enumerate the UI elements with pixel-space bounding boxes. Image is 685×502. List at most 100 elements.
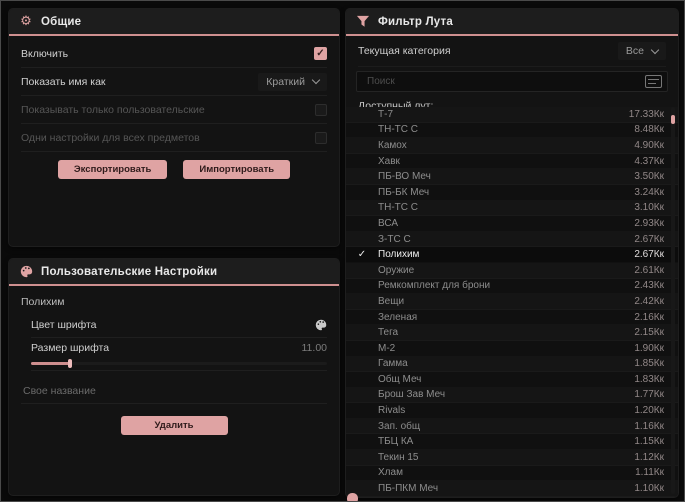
loot-item-value: 2.93Кк: [634, 217, 664, 229]
loot-item-row[interactable]: Брош Зав Меч 1.77Кк: [346, 387, 678, 404]
loot-item-row[interactable]: Rivals 1.20Кк: [346, 403, 678, 419]
right-column: Фильтр Лута Текущая категория Все Доступ…: [346, 9, 678, 501]
enable-checkbox[interactable]: ✓: [314, 47, 327, 60]
loot-item-name: Хлам: [378, 467, 403, 479]
export-button[interactable]: Экспортировать: [57, 160, 168, 179]
loot-item-row[interactable]: Гамма 1.85Кк: [346, 356, 678, 373]
import-button[interactable]: Импортировать: [183, 160, 291, 179]
custom-panel-header: Пользовательские Настройки: [9, 259, 339, 286]
loot-item-value: 1.20Кк: [634, 405, 664, 417]
loot-item-name: Зап. общ: [378, 420, 421, 432]
loot-item-row[interactable]: Общ Меч 1.83Кк: [346, 372, 678, 388]
custom-name-row: [21, 379, 327, 404]
loot-item-name: Вещи: [378, 295, 405, 307]
loot-item-row[interactable]: ВСА 2.93Кк: [346, 216, 678, 232]
font-size-slider[interactable]: [31, 358, 327, 371]
slider-thumb[interactable]: [68, 359, 72, 368]
loot-item-row[interactable]: Оружие 2.61Кк: [346, 262, 678, 279]
loot-item-row[interactable]: З-ТС С 2.67Кк: [346, 231, 678, 248]
loot-item-value: 1.12Кк: [634, 451, 664, 463]
loot-item-row[interactable]: ПБ-ПКМ Меч 1.10Кк: [346, 481, 678, 497]
loot-item-row[interactable]: ТН-ТС С 8.48Кк: [346, 122, 678, 139]
loot-item-name: Брош Зав Меч: [378, 389, 446, 401]
loot-item-row[interactable]: ТН-ТС С 3.10Кк: [346, 200, 678, 217]
loot-list: Т-7 17.33Кк ТН-ТС С 8.48Кк Камох 4.90Кк Хавк 4.…: [346, 107, 678, 497]
delete-button[interactable]: Удалить: [120, 416, 228, 435]
loot-item-row[interactable]: Камох 4.90Кк: [346, 138, 678, 154]
loot-item-row[interactable]: Вещи 2.42Кк: [346, 294, 678, 310]
enable-row: Включить ✓: [21, 40, 327, 68]
display-name-value: Краткий: [266, 75, 305, 88]
loot-item-row[interactable]: ✓ Полихим 2.67Кк: [346, 247, 678, 263]
loot-item-name: Камох: [378, 139, 407, 151]
loot-item-name: ТН-ТС С: [378, 124, 418, 136]
loot-item-row[interactable]: Тега 2.15Кк: [346, 325, 678, 341]
custom-name-input[interactable]: [21, 384, 327, 398]
same-settings-label: Одни настройки для всех предметов: [21, 131, 200, 144]
general-rows: Включить ✓ Показать имя как Краткий Пока…: [9, 36, 339, 179]
loot-filter-panel: Фильтр Лута Текущая категория Все Доступ…: [346, 9, 678, 497]
loot-item-value: 4.90Кк: [634, 139, 664, 151]
loot-item-row[interactable]: М-2 1.90Кк: [346, 340, 678, 357]
loot-item-name: Тега: [378, 327, 399, 339]
palette-icon: [19, 265, 33, 279]
loot-item-value: 2.61Кк: [634, 264, 664, 276]
export-import-row: Экспортировать Импортировать: [9, 160, 339, 179]
custom-settings-panel: Пользовательские Настройки Полихим Цвет …: [9, 259, 339, 495]
loot-item-row[interactable]: Зеленая 2.16Кк: [346, 309, 678, 326]
loot-item-row[interactable]: Текин 15 1.12Кк: [346, 450, 678, 466]
same-settings-checkbox[interactable]: [315, 131, 327, 144]
enable-label: Включить: [21, 47, 69, 60]
loot-item-value: 3.10Кк: [634, 202, 664, 214]
loot-item-name: ПБ-БК Меч: [378, 186, 430, 198]
loot-item-row[interactable]: Хлам 1.11Кк: [346, 465, 678, 482]
scrollbar-thumb[interactable]: [671, 115, 675, 124]
same-settings-row: Одни настройки для всех предметов: [21, 124, 327, 152]
loot-item-row[interactable]: ПБ-ВО Меч 3.50Кк: [346, 169, 678, 185]
loot-item-name: М-2: [378, 342, 396, 354]
loot-item-value: 1.83Кк: [634, 373, 664, 385]
custom-panel-title: Пользовательские Настройки: [41, 265, 218, 278]
color-picker-icon[interactable]: [315, 319, 327, 331]
loot-item-value: 2.16Кк: [634, 311, 664, 323]
hidden-button-edge: [347, 493, 358, 501]
loot-item-row[interactable]: Зап. общ 1.16Кк: [346, 418, 678, 435]
loot-item-value: 1.77Кк: [634, 389, 664, 401]
app-window: ⚙ Общие Включить ✓ Показать имя как Крат…: [0, 0, 685, 502]
chevron-down-icon: [311, 75, 321, 85]
general-panel: ⚙ Общие Включить ✓ Показать имя как Крат…: [9, 9, 339, 246]
loot-item-value: 17.33Кк: [628, 108, 664, 120]
loot-item-value: 4.37Кк: [634, 155, 664, 167]
category-row: Текущая категория Все: [358, 36, 666, 67]
funnel-icon: [356, 15, 370, 29]
loot-item-row[interactable]: Т-7 17.33Кк: [346, 107, 678, 123]
scrollbar-track[interactable]: [671, 107, 675, 494]
loot-item-name: ТБЦ КА: [378, 436, 414, 448]
check-icon: ✓: [357, 249, 367, 261]
loot-item-row[interactable]: ПБ-БК Меч 3.24Кк: [346, 184, 678, 201]
left-column: ⚙ Общие Включить ✓ Показать имя как Крат…: [9, 9, 339, 495]
loot-item-row[interactable]: Хавк 4.37Кк: [346, 153, 678, 170]
loot-item-value: 2.67Кк: [634, 233, 664, 245]
loot-item-row[interactable]: ТБЦ КА 1.15Кк: [346, 434, 678, 451]
loot-item-name: Оружие: [378, 264, 415, 276]
display-name-dropdown[interactable]: Краткий: [258, 72, 327, 91]
search-input[interactable]: [365, 75, 645, 88]
delete-row: Удалить: [9, 416, 339, 435]
font-color-label: Цвет шрифта: [31, 319, 97, 331]
loot-item-name: Текин 15: [378, 451, 419, 463]
loot-item-value: 3.24Кк: [634, 186, 664, 198]
search-options-icon[interactable]: [645, 75, 662, 88]
loot-item-value: 2.67Кк: [634, 249, 664, 261]
only-custom-checkbox[interactable]: [315, 103, 327, 116]
loot-item-value: 1.90Кк: [634, 342, 664, 354]
loot-panel-title: Фильтр Лута: [378, 15, 453, 28]
display-name-row: Показать имя как Краткий: [21, 68, 327, 96]
loot-item-value: 8.48Кк: [634, 124, 664, 136]
loot-item-value: 1.11Кк: [635, 467, 664, 479]
loot-item-value: 2.43Кк: [634, 280, 664, 292]
category-dropdown[interactable]: Все: [617, 42, 666, 60]
only-custom-row: Показывать только пользовательские: [21, 96, 327, 124]
chevron-down-icon: [650, 45, 660, 54]
loot-item-row[interactable]: Ремкомплект для брони 2.43Кк: [346, 278, 678, 295]
